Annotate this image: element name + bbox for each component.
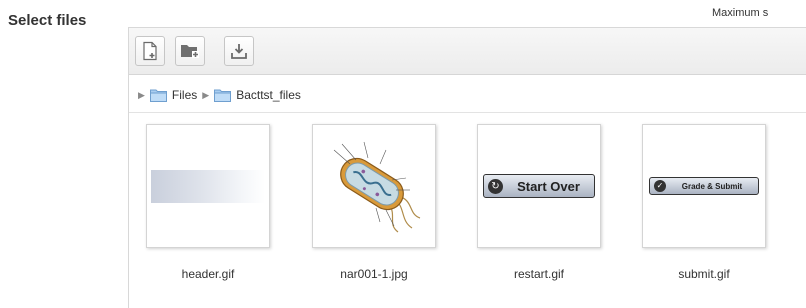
select-files-label: Select files bbox=[8, 12, 87, 29]
file-item-nar001[interactable]: nar001-1.jpg bbox=[312, 124, 436, 281]
file-thumbnail bbox=[146, 124, 270, 248]
start-over-image: ↻ Start Over bbox=[483, 174, 595, 198]
download-icon bbox=[231, 44, 247, 59]
folder-icon bbox=[214, 89, 232, 102]
breadcrumb-files[interactable]: Files bbox=[172, 88, 197, 102]
breadcrumb-bacttst-files[interactable]: Bacttst_files bbox=[236, 88, 301, 102]
grade-submit-text: Grade & Submit bbox=[681, 181, 743, 191]
file-name: submit.gif bbox=[678, 267, 730, 281]
header-gradient-image bbox=[151, 169, 265, 203]
file-thumbnail bbox=[312, 124, 436, 248]
file-name: header.gif bbox=[181, 267, 235, 281]
grade-submit-image: ✓ Grade & Submit bbox=[649, 177, 759, 195]
file-item-restart[interactable]: ↻ Start Over restart.gif bbox=[477, 124, 601, 281]
file-thumbnail: ✓ Grade & Submit bbox=[642, 124, 766, 248]
file-thumbnail: ↻ Start Over bbox=[477, 124, 601, 248]
download-button[interactable] bbox=[224, 36, 254, 66]
add-file-button[interactable] bbox=[135, 36, 165, 66]
bacterium-image bbox=[333, 141, 421, 233]
folder-icon bbox=[149, 89, 167, 102]
file-name: nar001-1.jpg bbox=[340, 267, 408, 281]
add-file-icon bbox=[143, 41, 157, 61]
path-arrow-icon: ▶ bbox=[202, 89, 210, 100]
file-item-header[interactable]: header.gif bbox=[146, 124, 270, 281]
start-over-text: Start Over bbox=[517, 178, 580, 194]
file-item-submit[interactable]: ✓ Grade & Submit submit.gif bbox=[642, 124, 766, 281]
path-arrow-icon: ▶ bbox=[138, 89, 145, 100]
file-manager-toolbar bbox=[129, 28, 806, 75]
file-name: restart.gif bbox=[513, 267, 564, 281]
create-folder-button[interactable] bbox=[175, 36, 205, 66]
restart-icon: ↻ bbox=[488, 178, 503, 194]
path-bar: ▶ Files ▶ Bacttst_files bbox=[129, 75, 806, 113]
create-folder-icon bbox=[181, 45, 199, 58]
max-size-text: Maximum s bbox=[712, 7, 769, 19]
file-manager: ▶ Files ▶ Bacttst_files header.gif nar00… bbox=[128, 27, 806, 308]
check-icon: ✓ bbox=[654, 180, 666, 192]
